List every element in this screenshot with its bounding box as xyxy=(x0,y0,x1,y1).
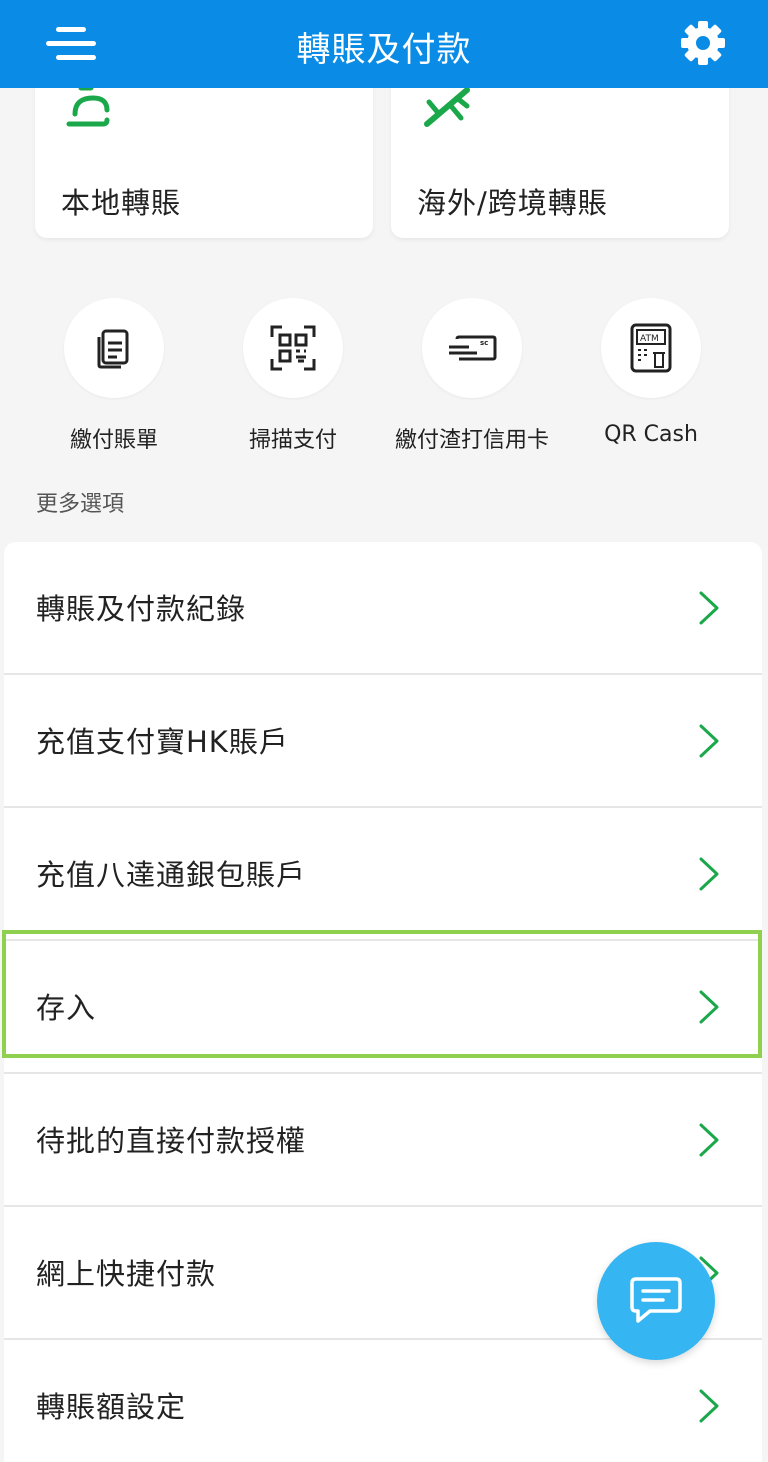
list-item-label: 充值八達通銀包賬戶 xyxy=(36,858,307,892)
list-item-transfer-history[interactable]: 轉賬及付款紀錄 xyxy=(4,542,762,675)
chevron-right-icon xyxy=(699,591,719,625)
list-item-label: 轉賬額設定 xyxy=(36,1390,187,1424)
pay-bills-label: 繳付賬單 xyxy=(69,428,158,453)
list-item-label: 待批的直接付款授權 xyxy=(36,1124,307,1158)
quick-action-pay-bills[interactable]: 繳付賬單 xyxy=(39,298,189,454)
list-item-label: 充值支付寶HK賬戶 xyxy=(36,725,289,759)
pay-bills-button[interactable] xyxy=(64,298,164,398)
gear-icon[interactable] xyxy=(676,16,730,70)
page-title: 轉賬及付款 xyxy=(296,30,472,70)
qr-scan-icon xyxy=(270,325,316,371)
scan-pay-button[interactable] xyxy=(243,298,343,398)
app-screen: 本地轉賬 海外/跨境轉賬 轉賬及付款 繳付賬單 掃描支付 sc 繳付渣打信用卡 … xyxy=(0,0,768,1462)
scan-pay-label: 掃描支付 xyxy=(248,428,337,453)
chevron-right-icon xyxy=(699,724,719,758)
airplane-icon xyxy=(424,87,470,127)
chevron-right-icon xyxy=(699,857,719,891)
svg-text:sc: sc xyxy=(480,339,488,347)
overseas-transfer-label: 海外/跨境轉賬 xyxy=(417,186,608,220)
list-item-pending-direct-debit[interactable]: 待批的直接付款授權 xyxy=(4,1074,762,1207)
list-item-topup-octopus[interactable]: 充值八達通銀包賬戶 xyxy=(4,808,762,941)
quick-action-scan-pay[interactable]: 掃描支付 xyxy=(218,298,368,454)
chevron-right-icon xyxy=(699,1389,719,1423)
more-options-heading: 更多選項 xyxy=(36,492,125,517)
list-item-deposit[interactable]: 存入 xyxy=(4,941,762,1074)
list-item-label: 網上快捷付款 xyxy=(36,1257,217,1291)
chevron-right-icon xyxy=(699,990,719,1024)
atm-icon-text: ATM xyxy=(640,334,659,344)
credit-card-icon: sc xyxy=(449,335,497,361)
qr-cash-label: QR Cash xyxy=(604,422,698,447)
local-transfer-icon xyxy=(66,85,110,127)
chat-bubble-icon xyxy=(630,1277,682,1323)
quick-action-qr-cash[interactable]: ATM QR Cash xyxy=(576,298,726,447)
atm-icon: ATM xyxy=(630,323,672,373)
chat-button[interactable] xyxy=(597,1242,715,1360)
pay-credit-card-label: 繳付渣打信用卡 xyxy=(394,428,549,453)
list-item-label: 存入 xyxy=(36,991,97,1025)
quick-action-pay-credit-card[interactable]: sc 繳付渣打信用卡 xyxy=(395,298,549,454)
list-item-topup-alipay[interactable]: 充值支付寶HK賬戶 xyxy=(4,675,762,808)
qr-cash-button[interactable]: ATM xyxy=(601,298,701,398)
bill-document-icon xyxy=(97,329,129,369)
chevron-right-icon xyxy=(699,1123,719,1157)
local-transfer-label: 本地轉賬 xyxy=(61,186,182,220)
pay-credit-card-button[interactable]: sc xyxy=(422,298,522,398)
app-header: 轉賬及付款 xyxy=(0,0,768,88)
list-item-label: 轉賬及付款紀錄 xyxy=(36,592,247,626)
